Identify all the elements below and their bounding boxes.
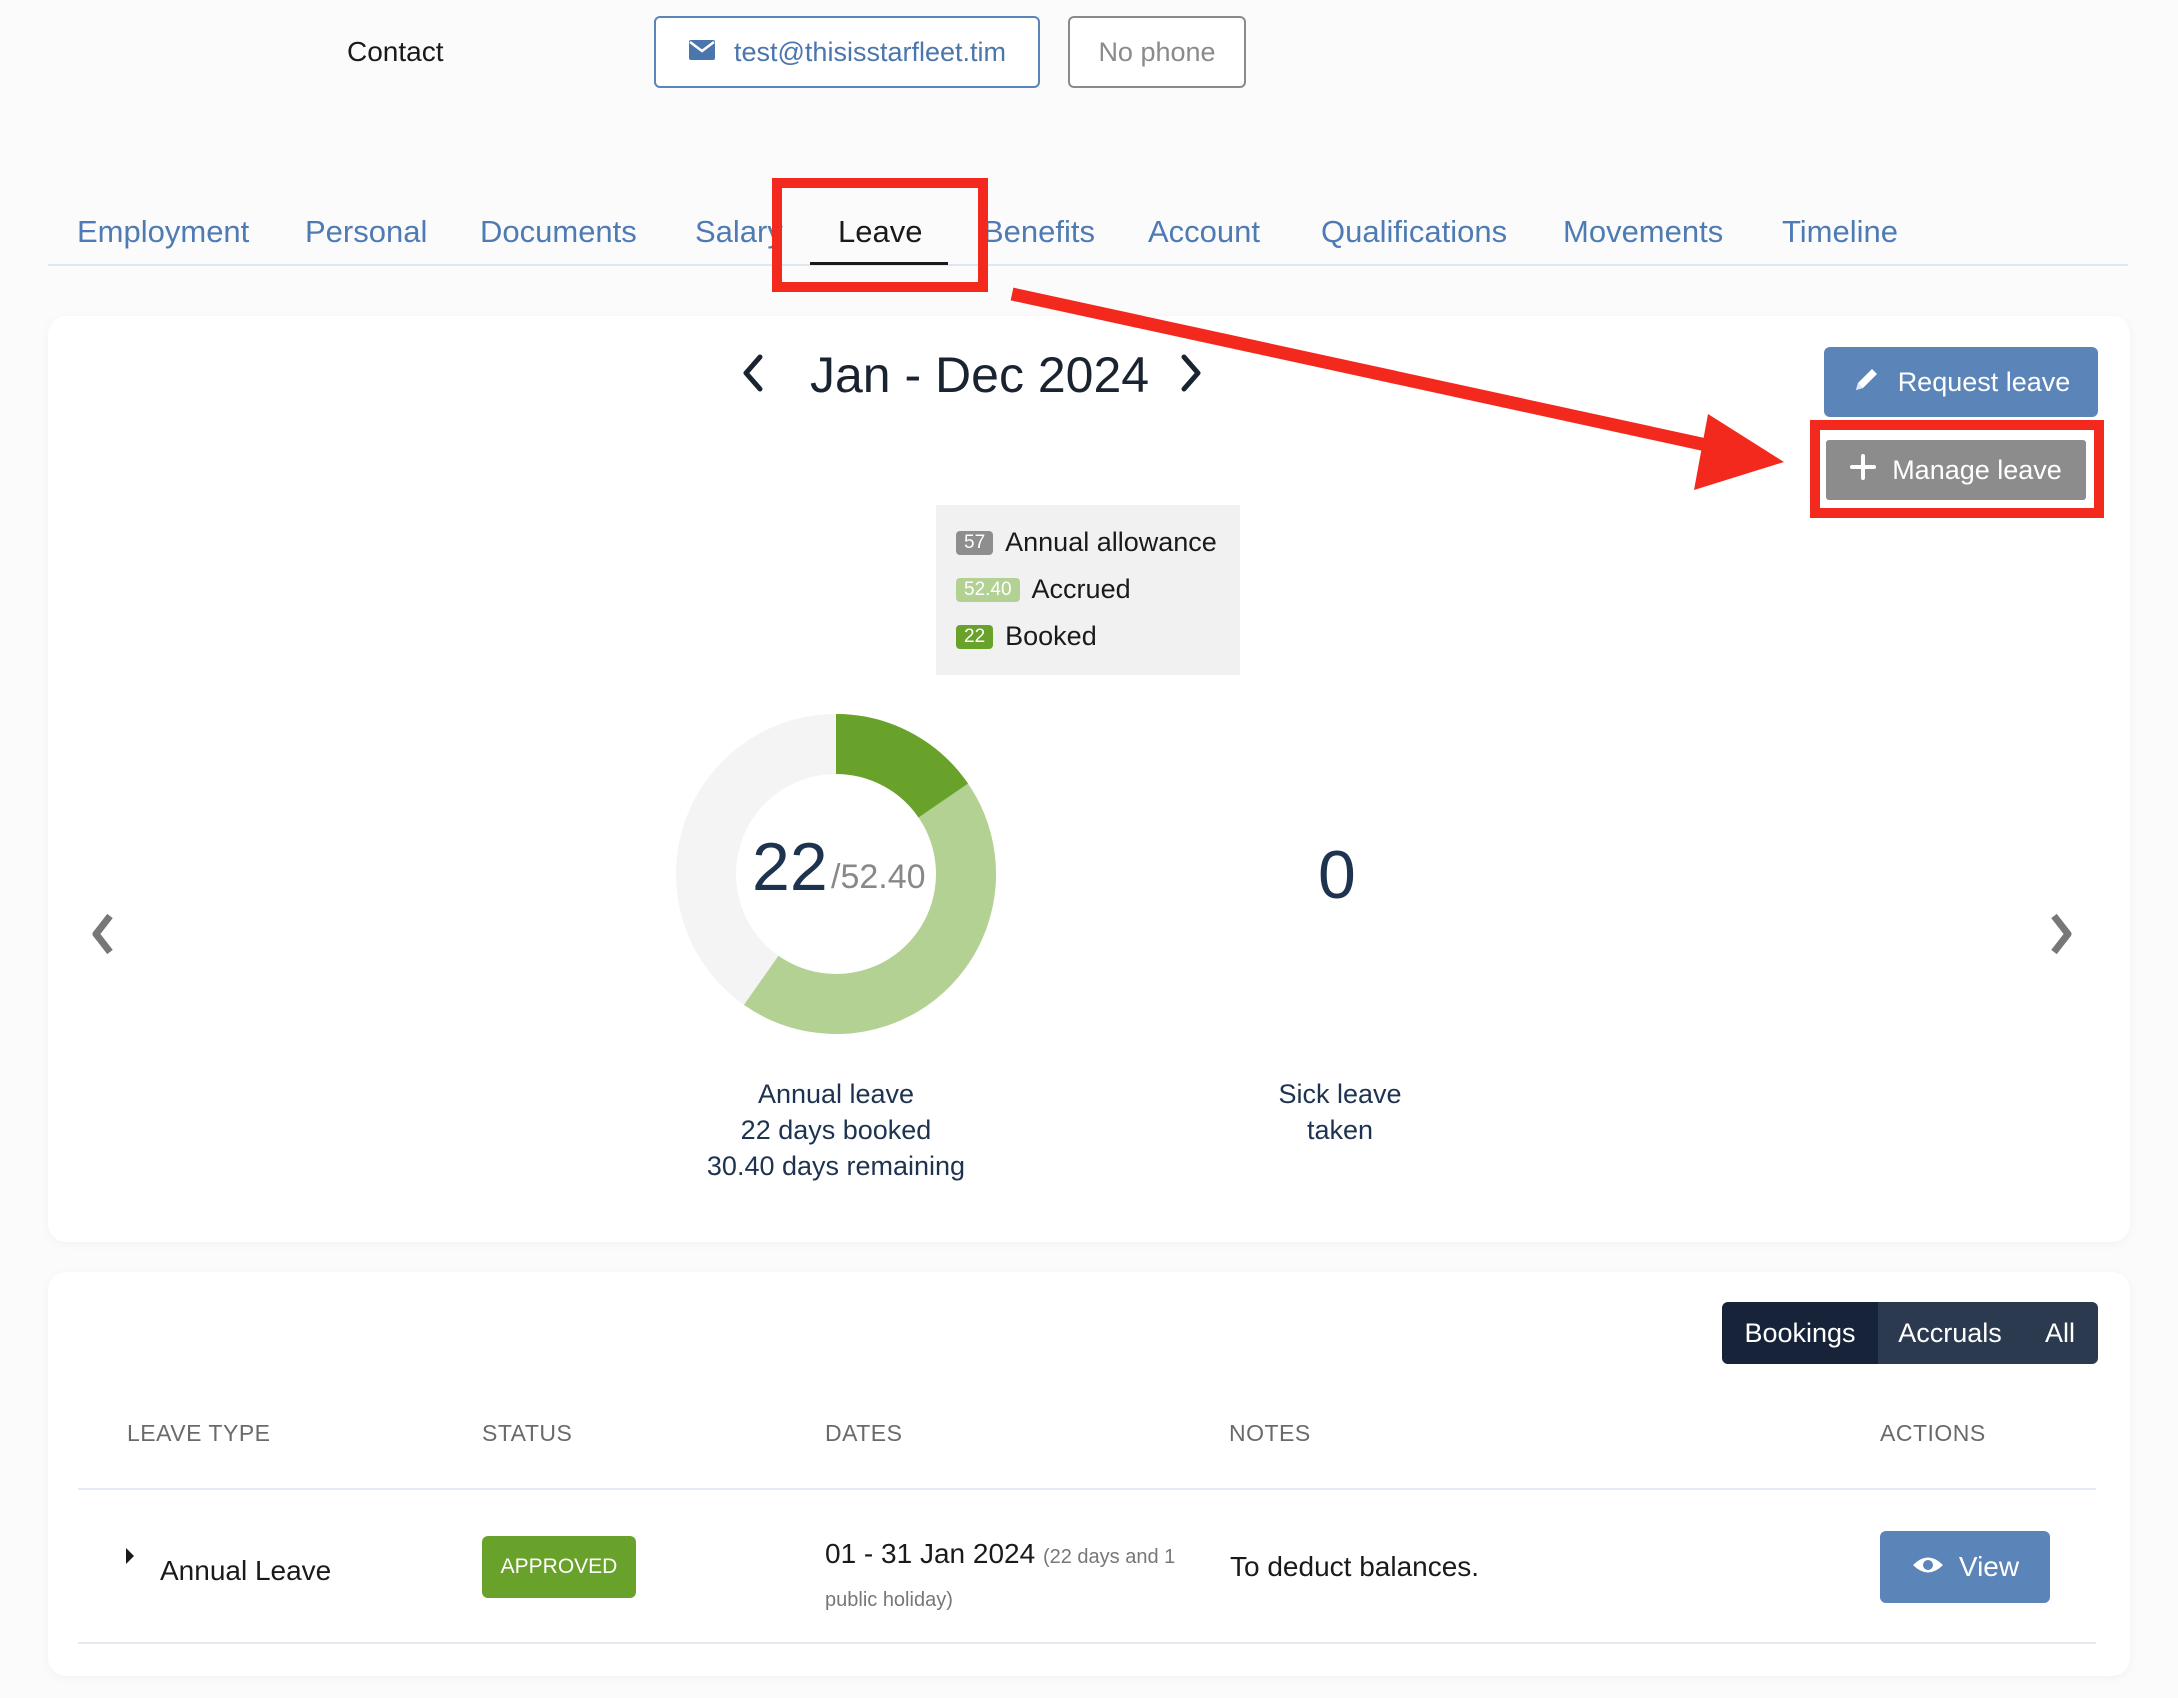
filter-accruals[interactable]: Accruals	[1878, 1302, 2022, 1364]
legend-value: 22	[956, 624, 994, 649]
phone-button[interactable]: No phone	[1068, 16, 1246, 88]
legend-item-accrued: 52.40 Accrued	[956, 574, 1131, 605]
accrued-days-value: /52.40	[831, 858, 926, 896]
annual-leave-remaining: 30.40 days remaining	[706, 1151, 966, 1181]
legend-value: 52.40	[956, 577, 1020, 602]
email-button[interactable]: test@thisisstarfleet.tim	[654, 16, 1040, 88]
sick-leave-value: 0	[1318, 837, 1356, 913]
view-button[interactable]: View	[1880, 1531, 2050, 1603]
tab-timeline[interactable]: Timeline	[1782, 214, 1898, 250]
legend-item-allowance: 57 Annual allowance	[956, 527, 1217, 558]
divider	[78, 1488, 2096, 1490]
highlight-manage-leave	[1810, 420, 2104, 518]
legend-item-booked: 22 Booked	[956, 621, 1097, 652]
filter-toggle: Bookings Accruals All	[1722, 1302, 2098, 1364]
legend-value: 57	[956, 530, 994, 555]
sick-leave-subtitle: taken	[1306, 1115, 1374, 1145]
request-leave-button[interactable]: Request leave	[1824, 347, 2098, 417]
header-status: STATUS	[482, 1420, 573, 1446]
booked-days-value: 22	[752, 829, 828, 905]
header-actions: ACTIONS	[1880, 1420, 1986, 1446]
donut-segment-booked	[835, 714, 968, 819]
header-dates: DATES	[825, 1420, 903, 1446]
highlight-leave-tab	[772, 178, 988, 292]
period-label: Jan - Dec 2024	[810, 347, 1150, 403]
tab-movements[interactable]: Movements	[1563, 214, 1723, 250]
tab-salary[interactable]: Salary	[695, 214, 783, 250]
header-leave-type: LEAVE TYPE	[127, 1420, 271, 1446]
annual-leave-title: Annual leave	[757, 1079, 915, 1109]
view-label: View	[1958, 1551, 2020, 1582]
header-notes: NOTES	[1229, 1420, 1311, 1446]
dates-cell: 01 - 31 Jan 2024 (22 days and 1 public h…	[825, 1534, 1230, 1620]
chevron-right-icon[interactable]	[1178, 350, 1204, 404]
legend-label: Booked	[1005, 621, 1097, 651]
annual-leave-booked: 22 days booked	[740, 1115, 932, 1145]
status-badge: APPROVED	[482, 1536, 636, 1598]
sick-leave-caption: Sick leave taken	[1210, 1076, 1470, 1148]
filter-all[interactable]: All	[2022, 1302, 2098, 1364]
contact-label: Contact	[347, 36, 444, 67]
tab-account[interactable]: Account	[1148, 214, 1260, 250]
chevron-left-icon[interactable]	[740, 350, 766, 404]
chart-legend: 57 Annual allowance 52.40 Accrued 22 Boo…	[936, 505, 1240, 675]
email-label: test@thisisstarfleet.tim	[734, 36, 1006, 67]
phone-label: No phone	[1098, 36, 1216, 67]
annual-leave-caption: Annual leave 22 days booked 30.40 days r…	[676, 1076, 996, 1184]
filter-bookings[interactable]: Bookings	[1722, 1302, 1878, 1364]
sick-leave-title: Sick leave	[1278, 1079, 1402, 1109]
leave-type-cell: Annual Leave	[160, 1555, 332, 1586]
dates-range: 01 - 31 Jan 2024	[825, 1538, 1036, 1569]
notes-cell: To deduct balances.	[1230, 1551, 1480, 1582]
profile-tabs: Employment Personal Documents Salary Lea…	[48, 200, 2128, 266]
pencil-icon	[1852, 364, 1882, 401]
envelope-icon	[688, 37, 716, 68]
expand-caret-icon[interactable]	[124, 1546, 136, 1572]
tab-documents[interactable]: Documents	[480, 214, 637, 250]
tab-benefits[interactable]: Benefits	[983, 214, 1095, 250]
legend-label: Annual allowance	[1005, 527, 1217, 557]
chevron-left-icon[interactable]	[88, 910, 118, 968]
tab-employment[interactable]: Employment	[77, 214, 249, 250]
tab-qualifications[interactable]: Qualifications	[1321, 214, 1507, 250]
chevron-right-icon[interactable]	[2046, 910, 2076, 968]
tab-personal[interactable]: Personal	[305, 214, 427, 250]
divider	[78, 1642, 2096, 1644]
eye-icon	[1911, 1551, 1945, 1583]
legend-label: Accrued	[1031, 574, 1131, 604]
request-leave-label: Request leave	[1897, 366, 2071, 397]
